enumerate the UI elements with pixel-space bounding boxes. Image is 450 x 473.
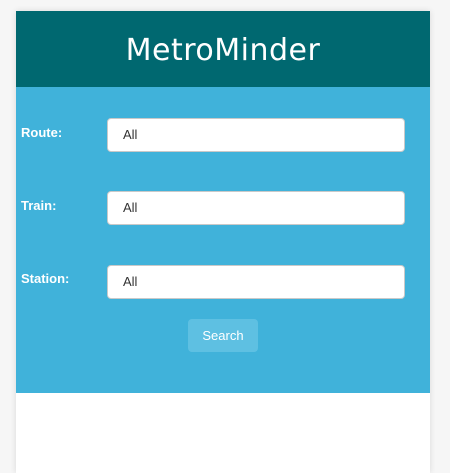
- route-label: Route:: [21, 125, 63, 140]
- train-label: Train:: [21, 198, 57, 213]
- train-row: Train: All: [16, 191, 430, 225]
- app-title: MetroMinder: [125, 32, 321, 68]
- train-select[interactable]: All: [107, 191, 405, 225]
- station-label: Station:: [21, 271, 70, 286]
- route-row: Route: All: [16, 118, 430, 152]
- station-select[interactable]: All: [107, 265, 405, 299]
- route-select[interactable]: All: [107, 118, 405, 152]
- station-row: Station: All: [16, 265, 430, 299]
- search-form-panel: Route: All Train: All Station: All Searc…: [16, 87, 430, 393]
- search-button[interactable]: Search: [188, 319, 258, 352]
- app-header: MetroMinder: [16, 11, 430, 87]
- app-container: MetroMinder Route: All Train: All Statio…: [16, 11, 430, 473]
